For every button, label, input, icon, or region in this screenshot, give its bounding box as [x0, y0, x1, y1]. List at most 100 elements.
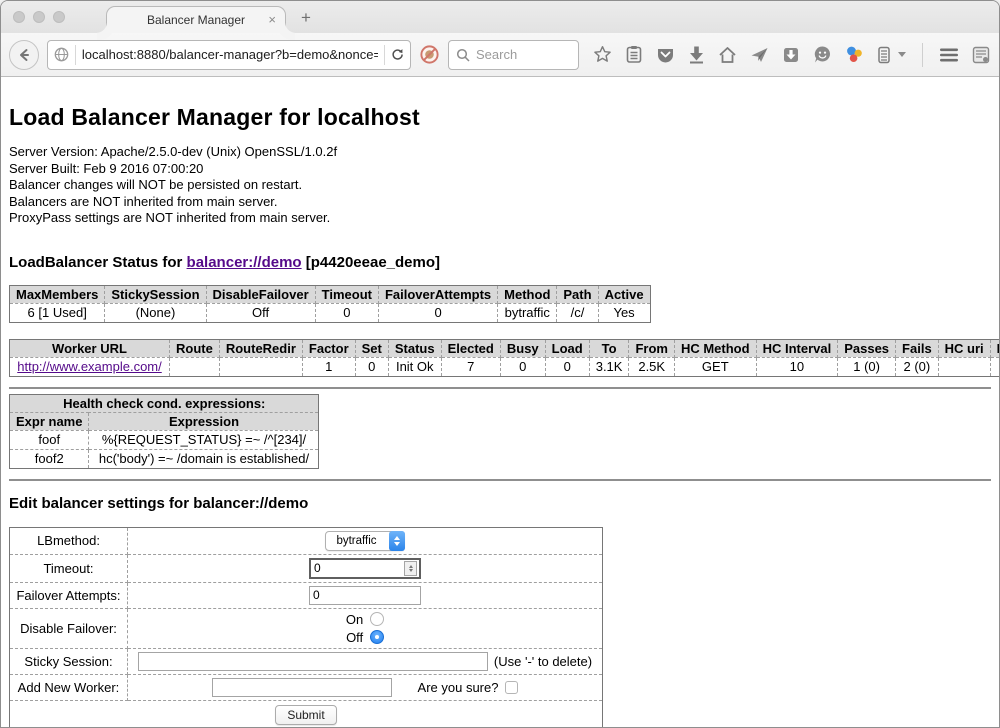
- form-row-add-worker: Add New Worker: Are you sure?: [10, 674, 603, 700]
- column-header: HC Interval: [756, 339, 838, 357]
- feedback-smiley-icon[interactable]: [813, 45, 832, 64]
- loadbalancer-status-heading: LoadBalancer Status for balancer://demo …: [9, 254, 991, 271]
- window-close-button[interactable]: [13, 11, 25, 23]
- cell-path: /c/: [557, 303, 598, 322]
- cell-routeredir: [219, 357, 302, 376]
- worker-url-link[interactable]: http://www.example.com/: [17, 359, 162, 374]
- cell-maxmembers: 6 [1 Used]: [10, 303, 105, 322]
- toolbar-buttons: [593, 43, 991, 67]
- timeout-input[interactable]: [311, 561, 404, 575]
- are-you-sure-checkbox[interactable]: [505, 681, 518, 694]
- form-row-timeout: Timeout:: [10, 554, 603, 582]
- site-globe-icon: [54, 46, 69, 63]
- sticky-session-label: Sticky Session:: [10, 648, 128, 674]
- column-header: StickySession: [105, 285, 206, 303]
- table-header-row: MaxMembers StickySession DisableFailover…: [10, 285, 651, 303]
- pocket-icon[interactable]: [656, 46, 675, 64]
- column-header: RouteRedir: [219, 339, 302, 357]
- save-page-icon[interactable]: [782, 46, 800, 64]
- disable-failover-label: Disable Failover:: [10, 608, 128, 648]
- are-you-sure-label: Are you sure?: [418, 680, 499, 695]
- worker-table: Worker URL Route RouteRedir Factor Set S…: [9, 339, 999, 377]
- window-controls[interactable]: [13, 11, 65, 23]
- status-heading-suffix: [p4420eeae_demo]: [302, 254, 440, 271]
- content-blocker-icon[interactable]: [419, 44, 440, 65]
- health-table-title: Health check cond. expressions:: [10, 394, 319, 412]
- downloads-icon[interactable]: [688, 45, 705, 64]
- disable-failover-off-radio[interactable]: [370, 630, 384, 644]
- chevron-down-icon[interactable]: [898, 52, 906, 57]
- form-row-failover-attempts: Failover Attempts:: [10, 582, 603, 608]
- lbmethod-label: LBmethod:: [10, 527, 128, 554]
- form-row-lbmethod: LBmethod: bytraffic: [10, 527, 603, 554]
- new-tab-button[interactable]: +: [301, 8, 311, 28]
- bookmark-star-icon[interactable]: [593, 45, 612, 64]
- window-zoom-button[interactable]: [53, 11, 65, 23]
- cell-disablefailover: Off: [206, 303, 315, 322]
- column-header: Method: [498, 285, 557, 303]
- column-header: Path: [557, 285, 598, 303]
- browser-window: Balancer Manager × + localhost:8880/bala…: [0, 0, 1000, 728]
- reload-icon[interactable]: [391, 47, 404, 62]
- server-info-line: Balancers are NOT inherited from main se…: [9, 194, 991, 211]
- extensions-grid-icon[interactable]: [972, 46, 991, 64]
- back-button[interactable]: [9, 40, 39, 70]
- search-bar[interactable]: [448, 40, 579, 70]
- url-text[interactable]: localhost:8880/balancer-manager?b=demo&n…: [82, 47, 378, 62]
- column-header: Passes: [838, 339, 896, 357]
- column-header: DisableFailover: [206, 285, 315, 303]
- cell-status: Init Ok: [388, 357, 441, 376]
- health-check-table: Health check cond. expressions: Expr nam…: [9, 394, 319, 469]
- sticky-session-input[interactable]: [138, 652, 488, 671]
- disable-failover-on-radio[interactable]: [370, 612, 384, 626]
- table-row: foof2 hc('body') =~ /domain is establish…: [10, 449, 319, 468]
- table-header-row: Expr name Expression: [10, 412, 319, 430]
- submit-button[interactable]: Submit: [275, 705, 336, 725]
- reading-list-icon[interactable]: [625, 45, 643, 64]
- column-header: Active: [598, 285, 650, 303]
- column-header: Route: [170, 339, 220, 357]
- color-dots-icon[interactable]: [845, 45, 864, 64]
- add-worker-input[interactable]: [212, 678, 392, 697]
- column-header: Fails: [896, 339, 939, 357]
- url-bar[interactable]: localhost:8880/balancer-manager?b=demo&n…: [47, 40, 411, 70]
- section-divider: [9, 387, 991, 389]
- cell-active: Yes: [598, 303, 650, 322]
- radio-off-label: Off: [346, 630, 363, 645]
- navigation-toolbar: localhost:8880/balancer-manager?b=demo&n…: [1, 33, 999, 77]
- tab-bar: Balancer Manager × +: [1, 1, 999, 33]
- form-row-sticky-session: Sticky Session: (Use '-' to delete): [10, 648, 603, 674]
- edit-settings-heading: Edit balancer settings for balancer://de…: [9, 495, 991, 512]
- cell-from: 2.5K: [629, 357, 675, 376]
- cell-expr-name: foof2: [10, 449, 89, 468]
- cell-hc-expr: foof2: [990, 357, 999, 376]
- server-info: Server Version: Apache/2.5.0-dev (Unix) …: [9, 144, 991, 227]
- failover-attempts-input[interactable]: [309, 586, 421, 605]
- table-header-row: Worker URL Route RouteRedir Factor Set S…: [10, 339, 1000, 357]
- table-header-row: Health check cond. expressions:: [10, 394, 319, 412]
- server-info-line: Server Built: Feb 9 2016 07:00:20: [9, 161, 991, 178]
- window-minimize-button[interactable]: [33, 11, 45, 23]
- cell-to: 3.1K: [589, 357, 629, 376]
- sticky-session-hint: (Use '-' to delete): [494, 654, 592, 669]
- lbmethod-select[interactable]: bytraffic: [325, 531, 404, 551]
- send-plane-icon[interactable]: [750, 46, 769, 64]
- column-header: Elected: [441, 339, 500, 357]
- home-icon[interactable]: [718, 46, 737, 64]
- search-input[interactable]: [476, 47, 571, 62]
- cell-hc-uri: [938, 357, 990, 376]
- cell-worker-url: http://www.example.com/: [10, 357, 170, 376]
- timeout-input-wrap: [309, 558, 421, 579]
- cell-timeout: 0: [315, 303, 378, 322]
- menu-icon[interactable]: [939, 47, 959, 63]
- number-stepper-icon[interactable]: [404, 561, 417, 576]
- cell-method: bytraffic: [498, 303, 557, 322]
- battery-icon[interactable]: [877, 45, 891, 64]
- tab-balancer-manager[interactable]: Balancer Manager ×: [106, 6, 286, 33]
- urlbar-divider: [75, 45, 76, 65]
- tab-close-icon[interactable]: ×: [268, 12, 276, 27]
- balancer-demo-link[interactable]: balancer://demo: [187, 254, 302, 271]
- column-header: Expression: [89, 412, 319, 430]
- column-header: HC uri: [938, 339, 990, 357]
- table-row: http://www.example.com/ 1 0 Init Ok 7 0 …: [10, 357, 1000, 376]
